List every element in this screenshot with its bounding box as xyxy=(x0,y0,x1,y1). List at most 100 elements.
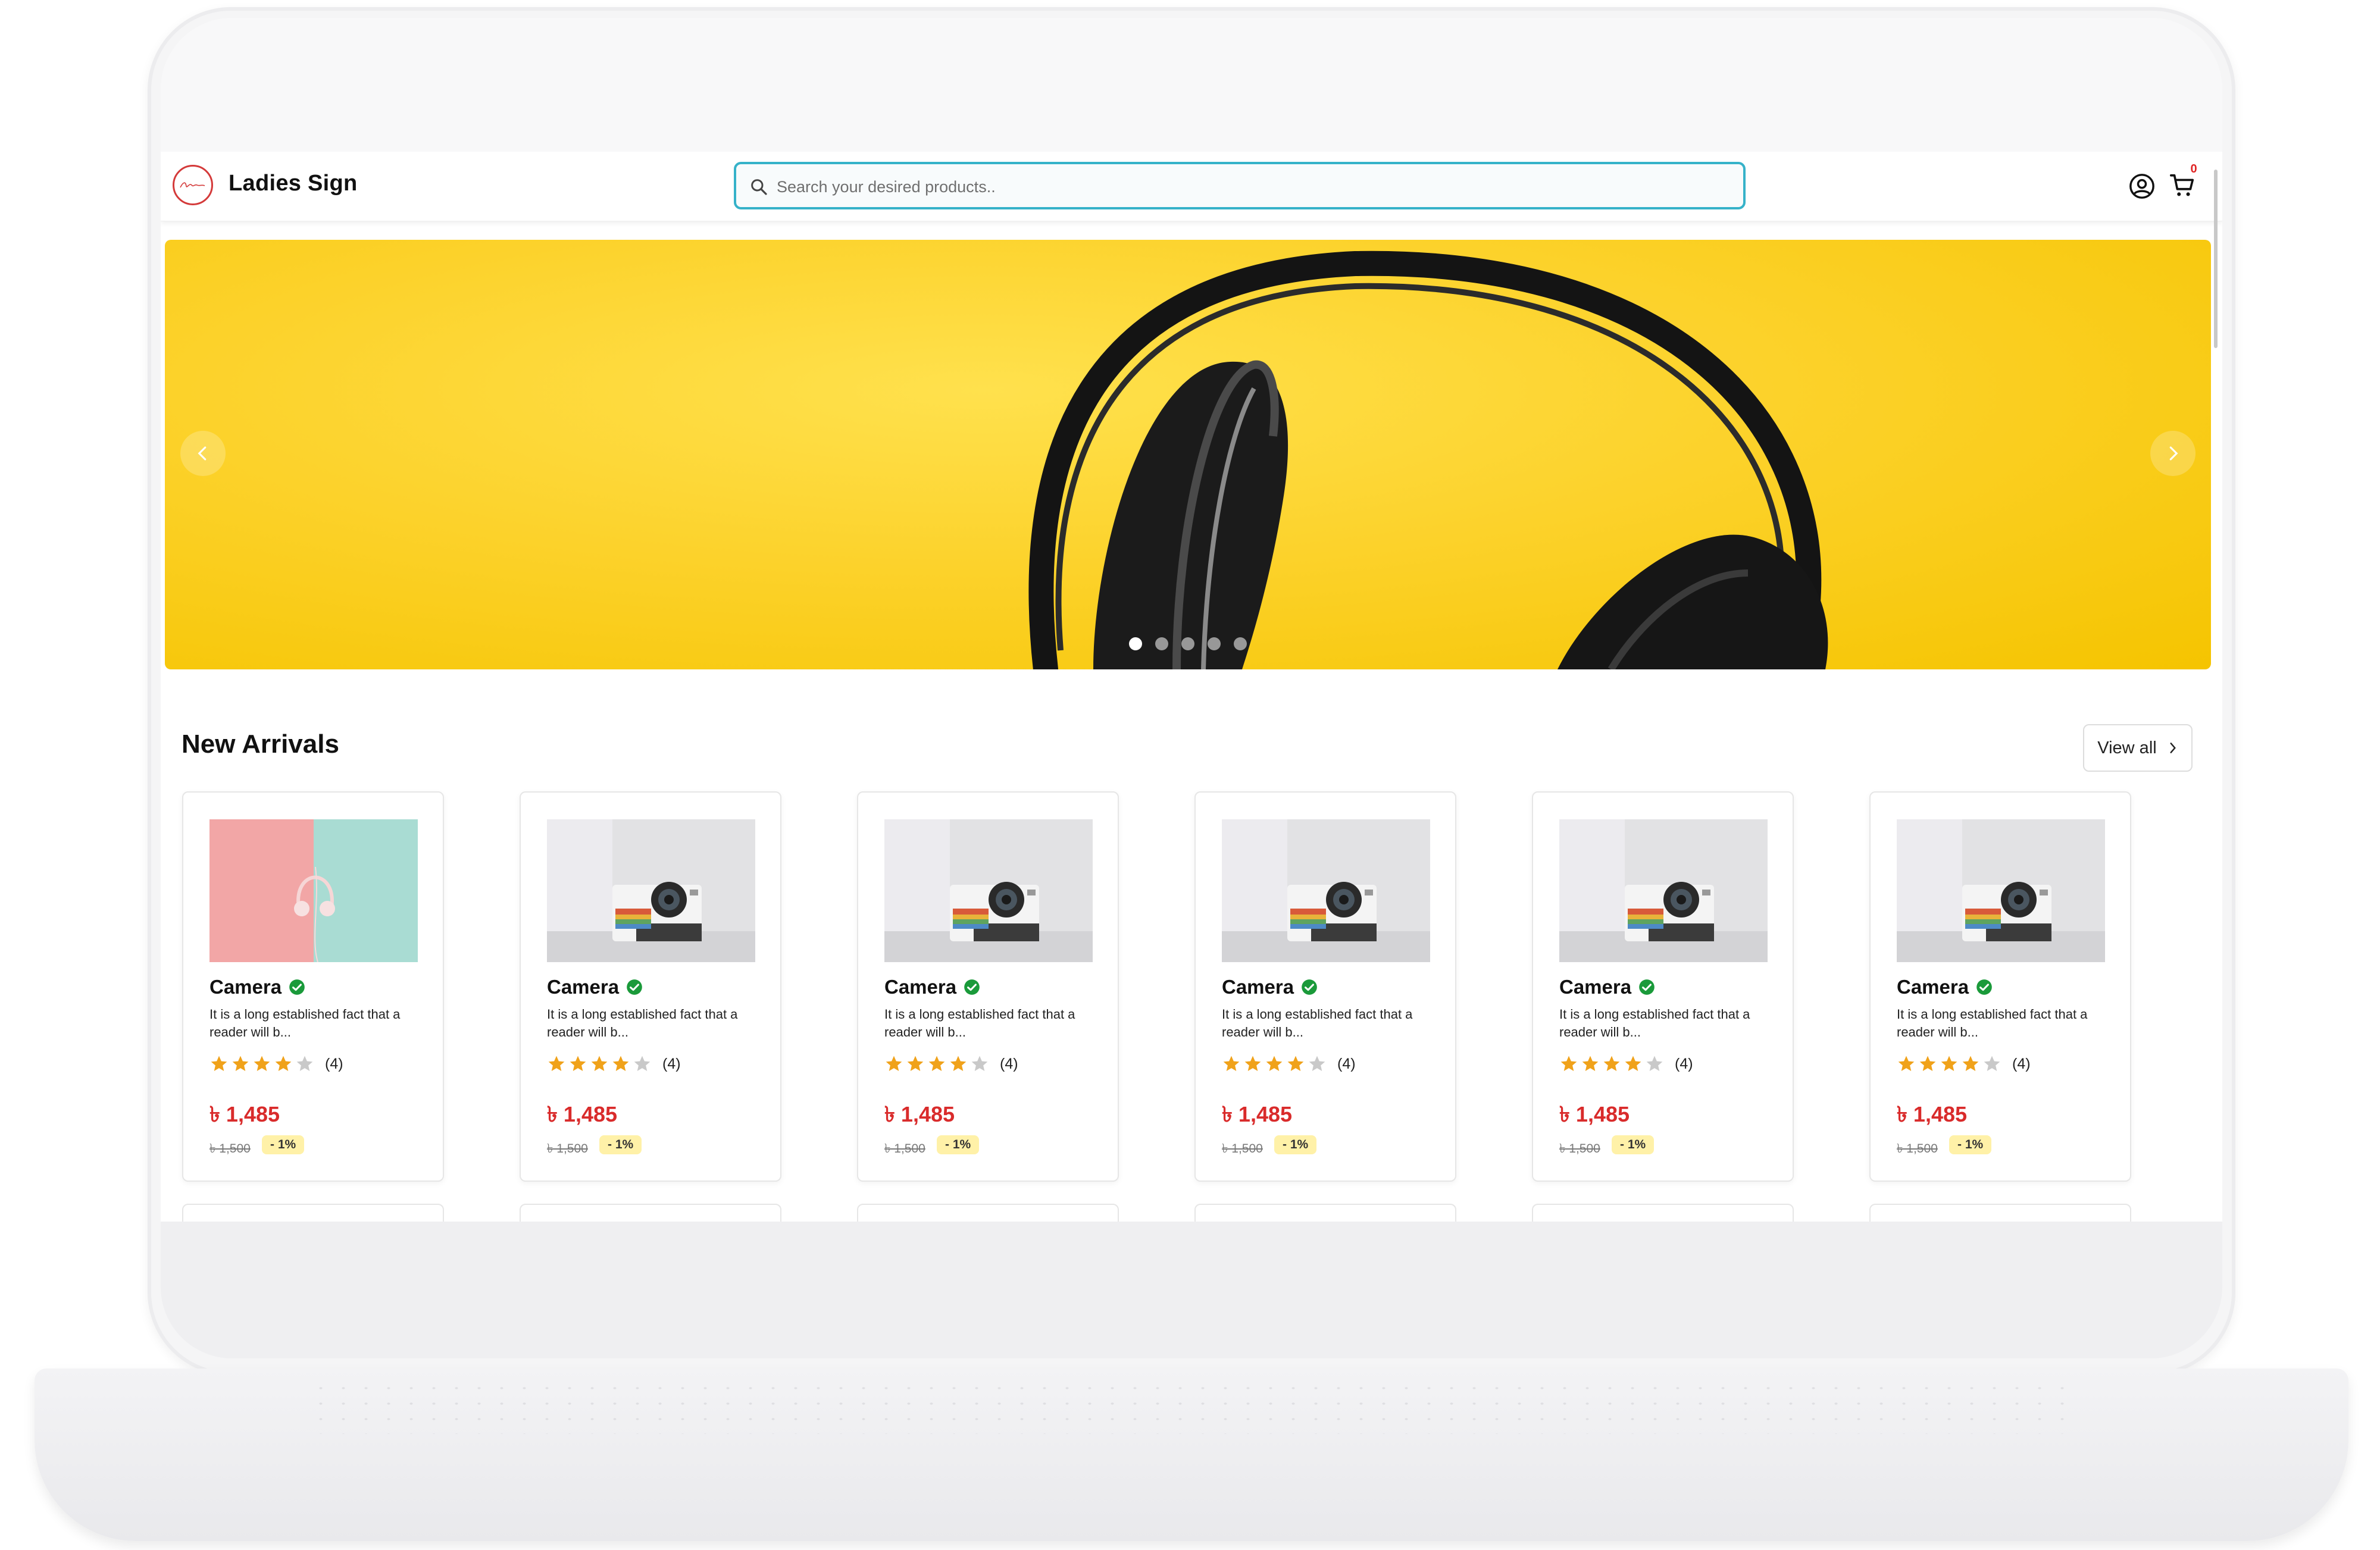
rating-count: (4) xyxy=(2012,1055,2031,1072)
product-card[interactable]: Camera It is a long established fact that… xyxy=(857,791,1119,1182)
product-price: ৳ 1,485 xyxy=(1222,1102,1293,1126)
star-filled-icon xyxy=(950,1056,967,1071)
product-card[interactable]: Camera It is a long established fact that… xyxy=(520,791,781,1182)
star-filled-icon xyxy=(1244,1056,1261,1071)
product-image-frame[interactable] xyxy=(1222,819,1430,962)
product-title[interactable]: Camera xyxy=(1222,976,1294,998)
star-filled-icon xyxy=(254,1056,270,1071)
product-price: ৳ 1,485 xyxy=(1559,1102,1630,1126)
product-card-partial[interactable] xyxy=(182,1204,444,1222)
product-card-partial[interactable] xyxy=(1869,1204,2131,1222)
ladies-sign-logo[interactable] xyxy=(173,165,213,205)
star-filled-icon xyxy=(1962,1056,1979,1071)
product-old-price: ৳ 1,500 xyxy=(547,1142,588,1156)
page-scrollbar[interactable] xyxy=(2214,170,2218,348)
star-filled-icon xyxy=(907,1056,924,1071)
carousel-dot[interactable] xyxy=(1208,637,1221,650)
product-image-frame[interactable] xyxy=(884,819,1093,962)
star-filled-icon xyxy=(591,1056,608,1071)
cart-count-badge: 0 xyxy=(2190,162,2197,176)
product-image xyxy=(1222,819,1430,962)
section-title: New Arrivals xyxy=(182,729,339,759)
star-empty-icon xyxy=(971,1056,988,1071)
carousel-dot[interactable] xyxy=(1181,637,1194,650)
product-title-row: Camera xyxy=(1559,976,1655,998)
product-title[interactable]: Camera xyxy=(1559,976,1631,998)
product-card[interactable]: Camera It is a long established fact that… xyxy=(182,791,444,1182)
star-filled-icon xyxy=(1603,1056,1620,1071)
verified-check-icon xyxy=(627,979,642,995)
product-price: ৳ 1,485 xyxy=(1897,1102,1968,1126)
product-card-partial[interactable] xyxy=(1532,1204,1794,1222)
product-title[interactable]: Camera xyxy=(547,976,619,998)
product-image-frame[interactable] xyxy=(1897,819,2105,962)
product-card-partial[interactable] xyxy=(520,1204,781,1222)
carousel-dot[interactable] xyxy=(1129,637,1142,650)
discount-badge: - 1% xyxy=(937,1135,980,1154)
star-filled-icon xyxy=(232,1056,249,1071)
product-card-partial[interactable] xyxy=(857,1204,1119,1222)
discount-badge: - 1% xyxy=(1274,1135,1317,1154)
product-card[interactable]: Camera It is a long established fact that… xyxy=(1532,791,1794,1182)
carousel-prev-button[interactable] xyxy=(180,431,226,476)
carousel-next-button[interactable] xyxy=(2150,431,2196,476)
user-circle-icon[interactable] xyxy=(2128,173,2156,200)
star-filled-icon xyxy=(1919,1056,1936,1071)
star-filled-icon xyxy=(928,1056,945,1071)
rating-stars: (4) xyxy=(1897,1054,2031,1073)
star-filled-icon xyxy=(612,1056,629,1071)
product-description: It is a long established fact that a rea… xyxy=(1559,1007,1750,1039)
star-empty-icon xyxy=(1646,1056,1663,1071)
star-filled-icon xyxy=(570,1056,586,1071)
product-title[interactable]: Camera xyxy=(1897,976,1969,998)
rating-count: (4) xyxy=(1675,1055,1693,1072)
product-image xyxy=(1559,819,1768,962)
carousel-dot[interactable] xyxy=(1234,637,1247,650)
product-card-partial[interactable] xyxy=(1194,1204,1456,1222)
product-title-row: Camera xyxy=(209,976,305,998)
browser-viewport: Ladies Sign 0 xyxy=(161,152,2222,1222)
product-title[interactable]: Camera xyxy=(884,976,956,998)
headphones-banner-image xyxy=(1028,250,1828,669)
logo-script-icon xyxy=(180,182,205,188)
rating-count: (4) xyxy=(1000,1055,1018,1072)
product-description: It is a long established fact that a rea… xyxy=(884,1007,1075,1039)
star-filled-icon xyxy=(275,1056,292,1071)
verified-check-icon xyxy=(1639,979,1655,995)
product-old-price: ৳ 1,500 xyxy=(1897,1142,1938,1156)
star-filled-icon xyxy=(1560,1056,1577,1071)
hero-carousel[interactable] xyxy=(165,240,2211,669)
product-card[interactable]: Camera It is a long established fact that… xyxy=(1194,791,1456,1182)
star-empty-icon xyxy=(634,1056,650,1071)
product-image-frame[interactable] xyxy=(209,819,418,962)
star-filled-icon xyxy=(211,1056,227,1071)
product-description: It is a long established fact that a rea… xyxy=(1897,1007,2088,1039)
product-price: ৳ 1,485 xyxy=(884,1102,955,1126)
product-title-row: Camera xyxy=(1222,976,1318,998)
rating-count: (4) xyxy=(1337,1055,1356,1072)
star-filled-icon xyxy=(886,1056,902,1071)
product-old-price: ৳ 1,500 xyxy=(884,1142,925,1156)
rating-stars: (4) xyxy=(209,1054,343,1073)
search-icon xyxy=(751,179,767,195)
product-card[interactable]: Camera It is a long established fact that… xyxy=(1869,791,2131,1182)
view-all-button[interactable]: View all xyxy=(2083,724,2193,772)
verified-check-icon xyxy=(289,979,305,995)
rating-stars: (4) xyxy=(1559,1054,1693,1073)
keyboard xyxy=(309,1380,2071,1434)
product-image-frame[interactable] xyxy=(1559,819,1768,962)
rating-stars: (4) xyxy=(547,1054,681,1073)
search-input[interactable] xyxy=(775,168,1706,206)
carousel-dot[interactable] xyxy=(1155,637,1168,650)
laptop-chin xyxy=(161,1222,2222,1358)
product-image xyxy=(547,819,755,962)
brand-name[interactable]: Ladies Sign xyxy=(229,171,358,196)
product-image-frame[interactable] xyxy=(547,819,755,962)
chevron-right-icon xyxy=(2170,743,2176,753)
carousel-dots xyxy=(1129,637,1247,654)
star-filled-icon xyxy=(1266,1056,1283,1071)
star-filled-icon xyxy=(1941,1056,1957,1071)
product-title[interactable]: Camera xyxy=(209,976,282,998)
search-bar[interactable] xyxy=(734,162,1746,209)
star-filled-icon xyxy=(1898,1056,1915,1071)
